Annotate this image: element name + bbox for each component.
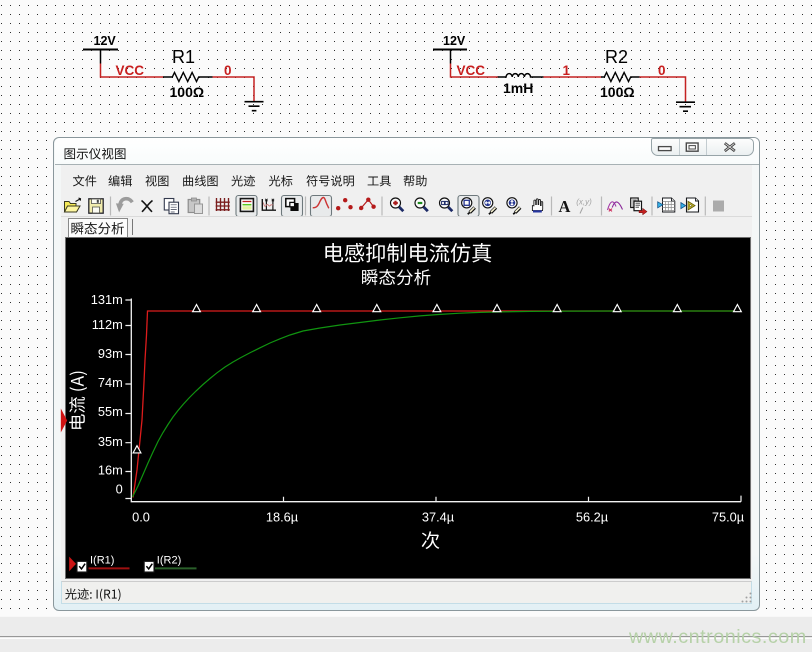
svg-text:0: 0 — [116, 482, 123, 497]
svg-text:112m: 112m — [92, 317, 123, 332]
svg-text:A: A — [559, 197, 571, 216]
svg-text:75.0µ: 75.0µ — [712, 510, 745, 525]
svg-text:0.0: 0.0 — [132, 510, 150, 525]
svg-text:35m: 35m — [98, 434, 123, 449]
svg-text:55m: 55m — [98, 404, 123, 419]
svg-text:93m: 93m — [98, 346, 123, 361]
svg-text:74m: 74m — [98, 375, 123, 390]
svg-text:56.2µ: 56.2µ — [576, 510, 609, 525]
svg-text:131m: 131m — [91, 292, 123, 307]
svg-text:(x,y): (x,y) — [576, 198, 592, 207]
svg-text:I(R1): I(R1) — [90, 555, 114, 567]
svg-text:16m: 16m — [98, 463, 123, 478]
svg-text:I(R2): I(R2) — [157, 555, 181, 567]
svg-text:18.6µ: 18.6µ — [266, 510, 299, 525]
svg-text:37.4µ: 37.4µ — [422, 510, 455, 525]
